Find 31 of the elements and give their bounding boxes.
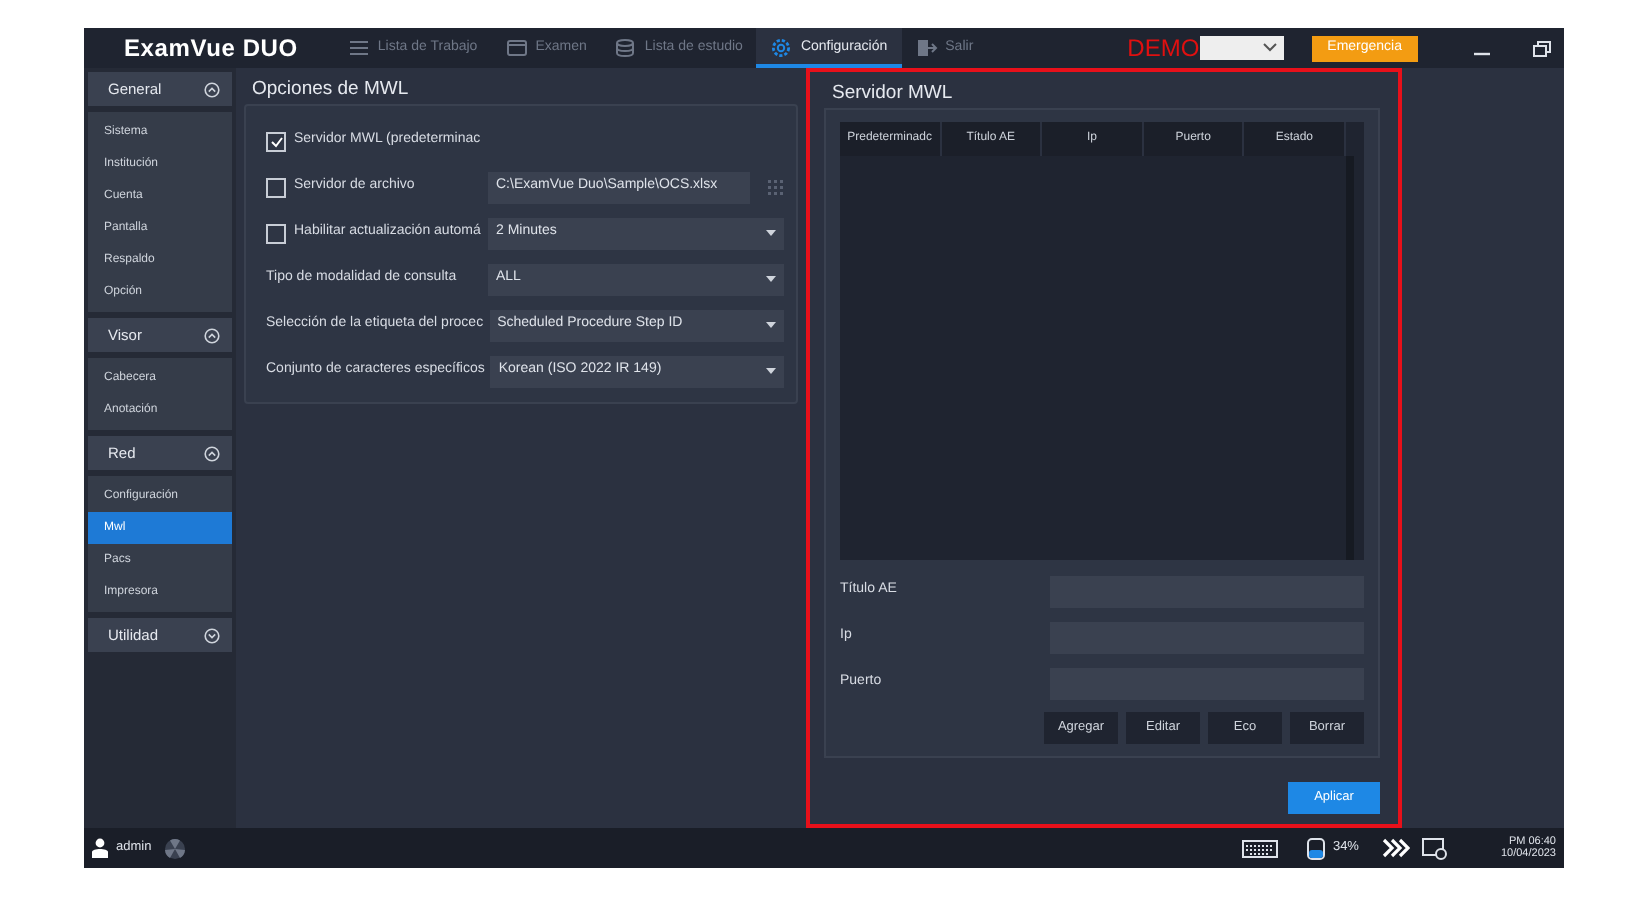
checkbox[interactable] [266, 223, 286, 243]
collapse-icon [204, 327, 220, 343]
monitor-icon [1422, 837, 1449, 859]
caret-icon [766, 230, 776, 236]
collapse-icon [204, 445, 220, 461]
grid-icon [766, 178, 784, 196]
menu-icon [347, 38, 370, 58]
panel-title: Servidor MWL [832, 80, 955, 108]
restore-icon[interactable] [1532, 39, 1552, 57]
caret-icon [766, 322, 776, 328]
keyboard-icon [1242, 839, 1279, 857]
app-logo: ExamVue DUO [124, 32, 298, 66]
fast-forward-icon [1382, 838, 1411, 858]
gear-icon [770, 38, 793, 58]
database-icon [614, 38, 637, 58]
expand-icon [204, 627, 220, 643]
check-icon [269, 135, 283, 147]
caret-icon [766, 368, 776, 374]
dropdown-widget[interactable] [1199, 36, 1284, 60]
checkbox[interactable] [266, 131, 286, 151]
caret-icon [1261, 42, 1278, 54]
storage-icon [1306, 837, 1327, 859]
demo-label: DEMO [1127, 32, 1200, 66]
window-icon [505, 38, 528, 58]
caret-icon [766, 276, 776, 282]
user-icon [92, 838, 108, 858]
collapse-icon [204, 81, 220, 97]
radiation-icon [163, 837, 186, 859]
exit-icon [915, 38, 938, 58]
panel-title: Opciones de MWL [252, 76, 411, 104]
checkbox[interactable] [266, 177, 286, 197]
